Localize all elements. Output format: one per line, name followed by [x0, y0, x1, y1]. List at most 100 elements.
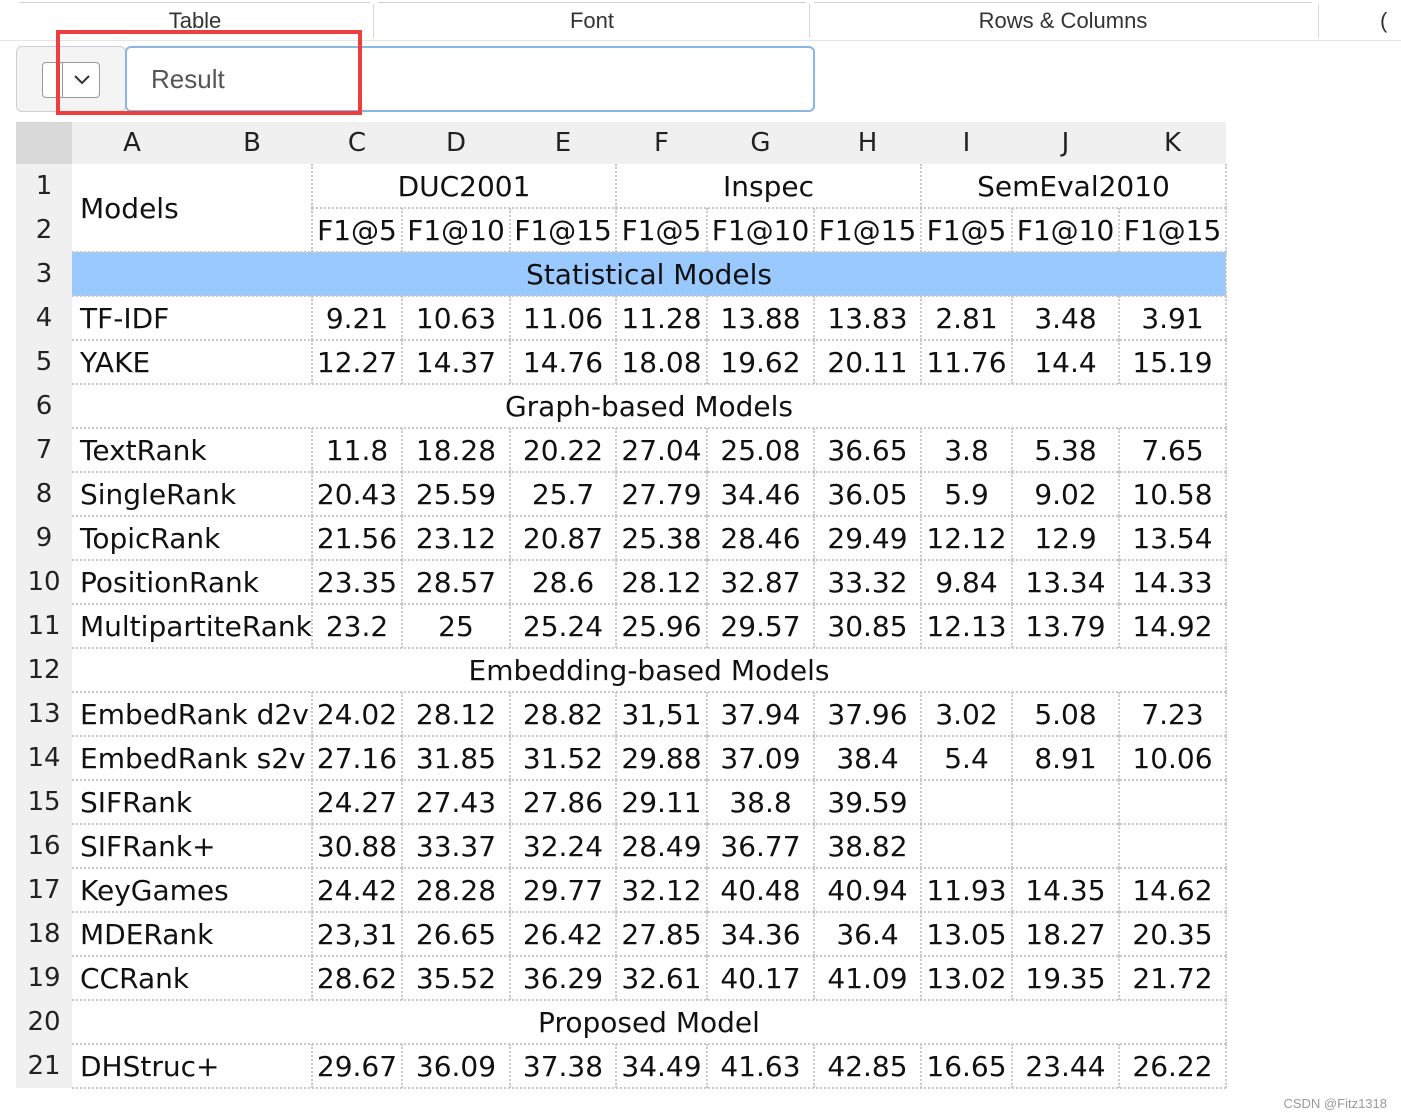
- model-name-cell[interactable]: KeyGames: [72, 868, 312, 912]
- table-cell[interactable]: 40.48: [707, 868, 814, 912]
- table-cell[interactable]: 40.94: [814, 868, 921, 912]
- table-cell[interactable]: 33.37: [402, 824, 510, 868]
- table-cell[interactable]: 33.32: [814, 560, 921, 604]
- model-name-cell[interactable]: CCRank: [72, 956, 312, 1000]
- row-header[interactable]: 6: [16, 384, 72, 428]
- table-cell[interactable]: 26.22: [1119, 1044, 1226, 1088]
- table-cell[interactable]: 25.7: [510, 472, 616, 516]
- table-cell[interactable]: 27.16: [312, 736, 402, 780]
- column-header[interactable]: A: [72, 122, 192, 164]
- dataset-header[interactable]: Inspec: [616, 164, 921, 208]
- table-cell[interactable]: 41.63: [707, 1044, 814, 1088]
- table-cell[interactable]: 13.88: [707, 296, 814, 340]
- row-header[interactable]: 16: [16, 824, 72, 868]
- row-header[interactable]: 2: [16, 208, 72, 252]
- row-header[interactable]: 11: [16, 604, 72, 648]
- table-cell[interactable]: 32.12: [616, 868, 707, 912]
- table-cell[interactable]: 32.87: [707, 560, 814, 604]
- table-cell[interactable]: 28.12: [616, 560, 707, 604]
- model-name-cell[interactable]: SIFRank: [72, 780, 312, 824]
- section-header-graph[interactable]: Graph-based Models: [72, 384, 1226, 428]
- table-cell[interactable]: [1012, 780, 1119, 824]
- section-header-proposed[interactable]: Proposed Model: [72, 1000, 1226, 1044]
- row-header[interactable]: 14: [16, 736, 72, 780]
- table-cell[interactable]: 7.23: [1119, 692, 1226, 736]
- table-cell[interactable]: 28.46: [707, 516, 814, 560]
- model-name-cell[interactable]: YAKE: [72, 340, 312, 384]
- model-name-cell[interactable]: EmbedRank s2v: [72, 736, 312, 780]
- table-cell[interactable]: 36.4: [814, 912, 921, 956]
- table-cell[interactable]: 13.34: [1012, 560, 1119, 604]
- metric-header[interactable]: F1@15: [510, 208, 616, 252]
- table-cell[interactable]: 11.93: [921, 868, 1012, 912]
- table-cell[interactable]: 26.42: [510, 912, 616, 956]
- table-cell[interactable]: 25.08: [707, 428, 814, 472]
- table-cell[interactable]: 14.4: [1012, 340, 1119, 384]
- table-cell[interactable]: 28.57: [402, 560, 510, 604]
- row-header[interactable]: 13: [16, 692, 72, 736]
- table-cell[interactable]: 18.08: [616, 340, 707, 384]
- table-cell[interactable]: 14.62: [1119, 868, 1226, 912]
- table-cell[interactable]: 25: [402, 604, 510, 648]
- table-cell[interactable]: 35.52: [402, 956, 510, 1000]
- table-cell[interactable]: 10.58: [1119, 472, 1226, 516]
- metric-header[interactable]: F1@10: [707, 208, 814, 252]
- table-cell[interactable]: 11.76: [921, 340, 1012, 384]
- table-cell[interactable]: 19.35: [1012, 956, 1119, 1000]
- table-cell[interactable]: 31.52: [510, 736, 616, 780]
- table-cell[interactable]: 27.85: [616, 912, 707, 956]
- row-header[interactable]: 10: [16, 560, 72, 604]
- metric-header[interactable]: F1@15: [814, 208, 921, 252]
- table-cell[interactable]: 9.02: [1012, 472, 1119, 516]
- table-cell[interactable]: 21.56: [312, 516, 402, 560]
- metric-header[interactable]: F1@5: [921, 208, 1012, 252]
- section-header-statistical[interactable]: Statistical Models: [72, 252, 1226, 296]
- model-name-cell[interactable]: MDERank: [72, 912, 312, 956]
- table-cell[interactable]: 11.8: [312, 428, 402, 472]
- row-header[interactable]: 19: [16, 956, 72, 1000]
- row-header[interactable]: 3: [16, 252, 72, 296]
- table-cell[interactable]: 27.86: [510, 780, 616, 824]
- table-cell[interactable]: 40.17: [707, 956, 814, 1000]
- model-name-cell[interactable]: MultipartiteRank: [72, 604, 312, 648]
- table-cell[interactable]: 28.28: [402, 868, 510, 912]
- table-cell[interactable]: 32.61: [616, 956, 707, 1000]
- table-cell[interactable]: 34.36: [707, 912, 814, 956]
- table-cell[interactable]: 29.67: [312, 1044, 402, 1088]
- table-cell[interactable]: 36.77: [707, 824, 814, 868]
- table-cell[interactable]: 2.81: [921, 296, 1012, 340]
- table-cell[interactable]: 3.91: [1119, 296, 1226, 340]
- ribbon-group-font[interactable]: Font: [378, 0, 806, 40]
- metric-header[interactable]: F1@5: [312, 208, 402, 252]
- table-cell[interactable]: 24.02: [312, 692, 402, 736]
- table-cell[interactable]: 42.85: [814, 1044, 921, 1088]
- metric-header[interactable]: F1@10: [402, 208, 510, 252]
- table-cell[interactable]: 36.05: [814, 472, 921, 516]
- model-name-cell[interactable]: EmbedRank d2v: [72, 692, 312, 736]
- table-cell[interactable]: 20.87: [510, 516, 616, 560]
- table-cell[interactable]: 14.35: [1012, 868, 1119, 912]
- models-header[interactable]: Models: [72, 164, 312, 252]
- table-cell[interactable]: 9.21: [312, 296, 402, 340]
- table-cell[interactable]: 13.54: [1119, 516, 1226, 560]
- table-cell[interactable]: 28.49: [616, 824, 707, 868]
- table-cell[interactable]: 38.8: [707, 780, 814, 824]
- table-cell[interactable]: 13.02: [921, 956, 1012, 1000]
- column-header[interactable]: K: [1119, 122, 1226, 164]
- table-cell[interactable]: 37.94: [707, 692, 814, 736]
- metric-header[interactable]: F1@5: [616, 208, 707, 252]
- table-cell[interactable]: 5.9: [921, 472, 1012, 516]
- model-name-cell[interactable]: PositionRank: [72, 560, 312, 604]
- section-header-embedding[interactable]: Embedding-based Models: [72, 648, 1226, 692]
- model-name-cell[interactable]: TextRank: [72, 428, 312, 472]
- table-cell[interactable]: 12.13: [921, 604, 1012, 648]
- row-header[interactable]: 17: [16, 868, 72, 912]
- row-header[interactable]: 7: [16, 428, 72, 472]
- table-cell[interactable]: 30.85: [814, 604, 921, 648]
- table-cell[interactable]: 36.65: [814, 428, 921, 472]
- table-cell[interactable]: 24.27: [312, 780, 402, 824]
- table-cell[interactable]: 38.82: [814, 824, 921, 868]
- table-cell[interactable]: 5.38: [1012, 428, 1119, 472]
- table-cell[interactable]: 29.77: [510, 868, 616, 912]
- row-header[interactable]: 1: [16, 164, 72, 208]
